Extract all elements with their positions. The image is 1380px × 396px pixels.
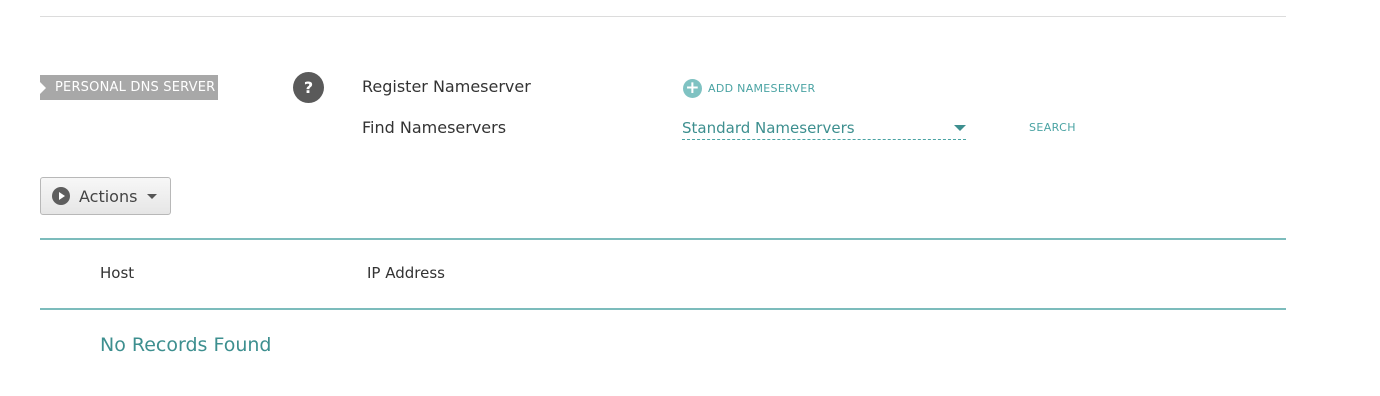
chevron-down-icon [954,125,966,131]
register-nameserver-label: Register Nameserver [362,77,531,96]
table-top-border [40,238,1286,240]
actions-label: Actions [79,186,138,206]
column-header-host[interactable]: Host [100,264,134,282]
empty-state-message: No Records Found [100,334,272,356]
search-button[interactable]: SEARCH [1029,121,1076,134]
caret-down-icon [147,193,158,199]
add-nameserver-label: ADD NAMESERVER [708,81,816,95]
section-tag: PERSONAL DNS SERVER [40,75,218,100]
nameserver-type-select[interactable]: Standard Nameservers [682,116,966,140]
nameserver-page: PERSONAL DNS SERVER ? Register Nameserve… [0,0,1380,396]
table-header-border [40,308,1286,310]
section-tag-label: PERSONAL DNS SERVER [55,80,216,95]
find-nameservers-label: Find Nameservers [362,118,507,137]
question-mark-icon[interactable]: ? [293,72,324,103]
tag-notch [40,82,46,94]
play-circle-icon [52,187,70,205]
column-header-ip-address[interactable]: IP Address [367,264,445,282]
plus-circle-icon: + [683,78,702,98]
actions-button[interactable]: Actions [40,177,171,215]
add-nameserver-button[interactable]: + ADD NAMESERVER [683,78,815,98]
top-divider [40,16,1286,17]
nameserver-type-value: Standard Nameservers [682,119,855,137]
